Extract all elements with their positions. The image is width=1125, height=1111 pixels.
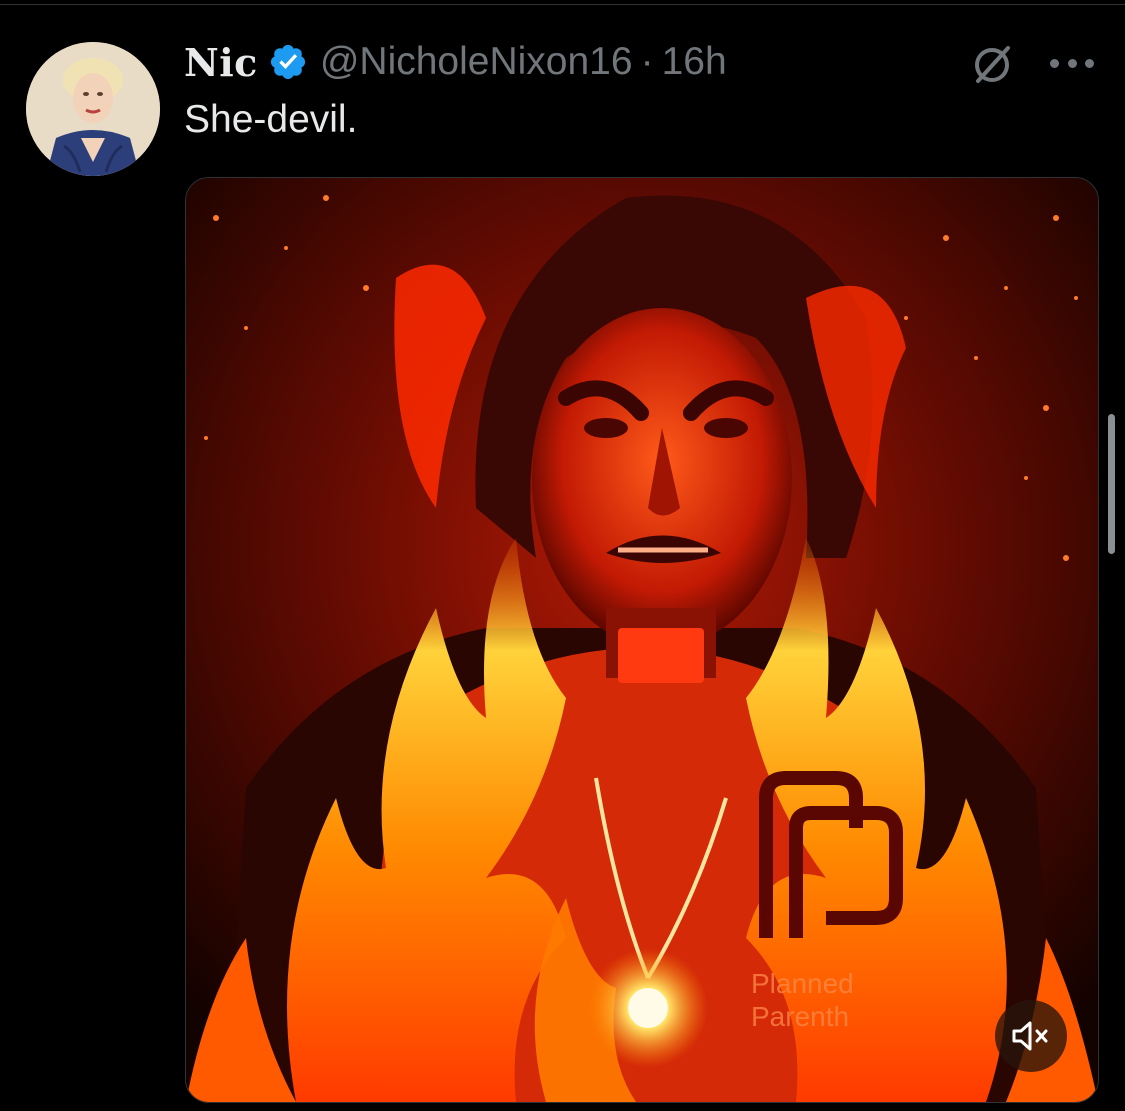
scrollbar-thumb[interactable]: [1108, 414, 1115, 554]
more-dot: [1050, 58, 1059, 68]
logo-text-line1: Planned: [751, 968, 854, 999]
verified-badge-icon[interactable]: [268, 42, 308, 82]
tweet-header: Nic @NicholeNixon16 · 16h: [184, 38, 727, 86]
speaker-muted-icon: [1012, 1021, 1048, 1051]
timestamp[interactable]: 16h: [662, 40, 727, 84]
more-dot: [1085, 58, 1094, 68]
author-handle[interactable]: @NicholeNixon16: [320, 40, 633, 84]
tweet-video[interactable]: Planned Parenth: [185, 177, 1099, 1103]
tweet-text: She-devil.: [184, 98, 358, 141]
mute-toggle-button[interactable]: [995, 1000, 1067, 1072]
top-divider: [0, 4, 1125, 5]
author-display-name[interactable]: Nic: [184, 40, 258, 85]
more-dot: [1067, 58, 1077, 68]
avatar-image: [26, 42, 160, 176]
logo-text-line2: Parenth: [751, 1001, 849, 1032]
grok-icon[interactable]: [968, 40, 1016, 88]
video-frame: Planned Parenth: [186, 178, 1098, 1102]
more-options-icon[interactable]: [1050, 56, 1094, 70]
separator-dot: ·: [640, 40, 654, 83]
avatar[interactable]: [26, 42, 160, 176]
